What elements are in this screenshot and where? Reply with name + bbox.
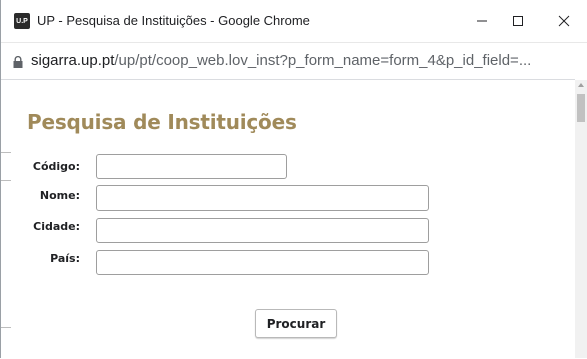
pais-input[interactable]	[96, 250, 429, 275]
lock-icon	[13, 56, 23, 68]
scroll-up-arrow-icon[interactable]	[578, 83, 584, 87]
window-title: UP - Pesquisa de Instituições - Google C…	[37, 13, 310, 28]
pais-label: País:	[50, 252, 80, 265]
cidade-label: Cidade:	[33, 220, 80, 233]
site-favicon-icon: U.P	[14, 13, 30, 29]
edge-divider	[1, 152, 11, 153]
left-frame-edge	[1, 80, 11, 359]
codigo-label: Código:	[32, 160, 80, 173]
title-bar: U.P UP - Pesquisa de Instituições - Goog…	[1, 0, 587, 40]
page-title: Pesquisa de Instituições	[27, 110, 297, 134]
page-content: Pesquisa de Instituições Código: Nome: C…	[1, 79, 575, 359]
maximize-button[interactable]	[501, 8, 535, 34]
codigo-input[interactable]	[96, 154, 287, 179]
procurar-button[interactable]: Procurar	[255, 309, 337, 338]
minimize-button[interactable]	[465, 8, 499, 34]
minimize-icon	[477, 20, 487, 22]
close-button[interactable]	[547, 8, 581, 34]
scroll-thumb[interactable]	[577, 94, 585, 122]
favicon-text: U.P	[16, 17, 28, 25]
maximize-icon	[513, 16, 523, 26]
nome-input[interactable]	[96, 185, 429, 211]
close-icon	[558, 15, 570, 27]
browser-popup-window: U.P UP - Pesquisa de Instituições - Goog…	[0, 0, 587, 359]
nome-label: Nome:	[39, 189, 80, 202]
vertical-scrollbar[interactable]	[575, 80, 587, 358]
address-bar[interactable]: sigarra.up.pt/up/pt/coop_web.lov_inst?p_…	[1, 42, 587, 79]
url-path: /up/pt/coop_web.lov_inst?p_form_name=for…	[114, 52, 532, 69]
url-host: sigarra.up.pt	[31, 52, 115, 69]
edge-divider	[1, 180, 11, 181]
url-text[interactable]: sigarra.up.pt/up/pt/coop_web.lov_inst?p_…	[31, 52, 531, 69]
cidade-input[interactable]	[96, 218, 429, 243]
edge-divider	[1, 327, 11, 328]
